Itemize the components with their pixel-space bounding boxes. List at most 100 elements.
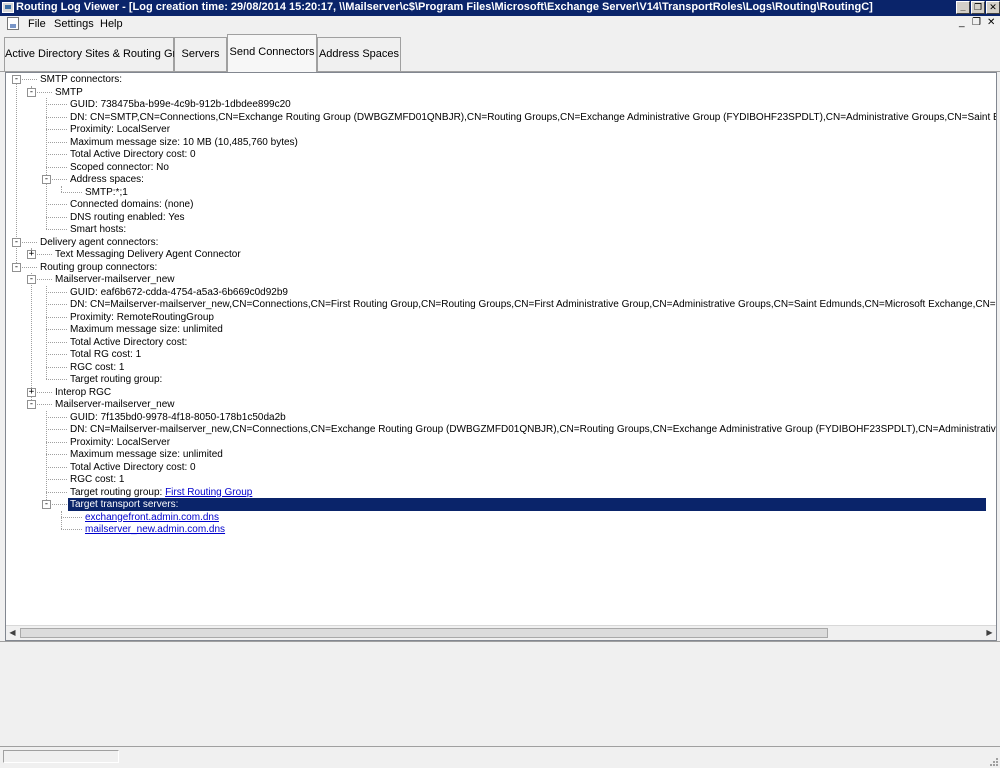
tree-node[interactable]: mailserver_new.admin.com.dns — [83, 523, 225, 536]
horizontal-scrollbar[interactable]: ◀ ▶ — [6, 625, 996, 640]
tree-node[interactable]: DN: CN=Mailserver-mailserver_new,CN=Conn… — [68, 298, 996, 311]
tree-connector-line — [46, 366, 67, 368]
collapse-icon[interactable]: - — [27, 400, 36, 409]
tree-node-label: Mailserver-mailserver_new — [55, 274, 175, 285]
tree-connector-line — [46, 479, 67, 481]
close-button[interactable]: ✕ — [986, 1, 1000, 14]
tree-node[interactable]: DN: CN=SMTP,CN=Connections,CN=Exchange R… — [68, 111, 996, 124]
minimize-button[interactable]: _ — [956, 1, 970, 14]
tree-node[interactable]: Scoped connector: No — [68, 161, 169, 174]
menu-settings[interactable]: Settings — [54, 18, 94, 30]
tab-strip: Active Directory Sites & Routing Groups … — [0, 32, 1000, 72]
scrollbar-thumb[interactable] — [20, 628, 828, 638]
maximize-button[interactable]: ❐ — [971, 1, 985, 14]
tree-node[interactable]: Maximum message size: unlimited — [68, 323, 223, 336]
tree-connector-line — [46, 304, 67, 306]
resize-grip-icon[interactable] — [988, 756, 998, 766]
tree-node[interactable]: Proximity: LocalServer — [68, 123, 170, 136]
tree-node[interactable]: Mailserver-mailserver_new — [53, 273, 174, 286]
tree-node[interactable]: Proximity: RemoteRoutingGroup — [68, 311, 214, 324]
collapse-icon[interactable]: - — [27, 87, 36, 97]
tree-node[interactable]: Total Active Directory cost: 0 — [68, 461, 196, 474]
tree-node-value: No — [156, 161, 169, 173]
tree-node-value[interactable]: First Routing Group — [165, 487, 252, 498]
menu-bar: File Settings Help _ ❐ ✕ — [0, 16, 1000, 32]
tab-active-directory-sites[interactable]: Active Directory Sites & Routing Groups — [4, 37, 200, 71]
tree-node[interactable]: Maximum message size: unlimited — [68, 448, 223, 461]
scroll-right-arrow-icon[interactable]: ▶ — [983, 627, 996, 639]
tree-node[interactable]: SMTP connectors: — [38, 73, 122, 86]
tree-node[interactable]: Maximum message size: 10 MB (10,485,760 … — [68, 136, 298, 149]
tree-node-value: RemoteRoutingGroup — [116, 311, 214, 323]
tree-connector-line — [46, 129, 67, 131]
tree-node[interactable]: exchangefront.admin.com.dns — [83, 511, 219, 524]
tree-node-value: 7f135bd0-9978-4f18-8050-178b1c50da2b — [100, 411, 286, 423]
tree-node[interactable]: GUID: 7f135bd0-9978-4f18-8050-178b1c50da… — [68, 411, 286, 424]
collapse-icon[interactable]: - — [42, 175, 51, 184]
tree-node-label: Maximum message size: — [70, 449, 181, 460]
tree-node[interactable]: Delivery agent connectors: — [38, 236, 158, 249]
tree-node[interactable]: Proximity: LocalServer — [68, 436, 170, 449]
tree-connector-line — [46, 410, 47, 505]
tree-node-label[interactable]: mailserver_new.admin.com.dns — [85, 524, 225, 535]
tree-node-label: GUID: — [70, 99, 98, 110]
tree-connector-line — [46, 166, 67, 168]
tree-node[interactable]: RGC cost: 1 — [68, 361, 124, 374]
mdi-restore-button[interactable]: ❐ — [972, 17, 981, 28]
mdi-close-button[interactable]: ✕ — [987, 17, 995, 28]
expand-icon[interactable]: + — [27, 250, 36, 259]
tree-node-value: LocalServer — [116, 436, 171, 448]
collapse-icon[interactable]: - — [12, 237, 21, 247]
collapse-icon[interactable]: - — [12, 262, 21, 272]
tree-node-value: unlimited — [182, 324, 223, 335]
tree-node[interactable]: GUID: 738475ba-b99e-4c9b-912b-1dbdee899c… — [68, 98, 291, 111]
collapse-icon[interactable]: - — [27, 275, 36, 284]
tree-node[interactable]: Target routing group: First Routing Grou… — [68, 486, 252, 499]
tree-node[interactable]: RGC cost: 1 — [68, 473, 124, 486]
menu-help[interactable]: Help — [100, 18, 123, 30]
tab-send-connectors[interactable]: Send Connectors — [227, 34, 317, 72]
tab-address-spaces[interactable]: Address Spaces — [317, 37, 401, 71]
tree-node[interactable]: Text Messaging Delivery Agent Connector — [53, 248, 241, 261]
tree-connector-line — [46, 216, 67, 218]
mdi-minimize-button[interactable]: _ — [959, 17, 965, 28]
tree-node[interactable]: Address spaces: — [68, 173, 144, 186]
tree-node-label: Target routing group: — [70, 374, 163, 385]
send-connectors-tree[interactable]: - SMTP connectors: - SMTP GUID: 738475ba-b99… — [5, 72, 997, 641]
tree-node[interactable]: SMTP:*;1 — [83, 186, 128, 199]
tree-node[interactable]: Target routing group: — [68, 373, 162, 386]
tree-connector-line — [46, 285, 47, 380]
tree-node[interactable]: Interop RGC — [53, 386, 111, 399]
tree-node-label: Total RG cost: — [70, 349, 133, 360]
tree-node-selected[interactable]: Target transport servers: — [68, 498, 986, 511]
tree-node[interactable]: Routing group connectors: — [38, 261, 157, 274]
tree-connector-line — [46, 329, 67, 331]
expand-icon[interactable]: + — [27, 387, 36, 397]
tree-node[interactable]: Smart hosts: — [68, 223, 126, 236]
app-icon — [2, 2, 14, 13]
tree-node[interactable]: DNS routing enabled: Yes — [68, 211, 185, 224]
tree-node-label: SMTP connectors: — [40, 74, 123, 85]
tab-servers[interactable]: Servers — [174, 37, 227, 71]
tree-node[interactable]: Total Active Directory cost: 0 — [68, 148, 196, 161]
tree-node[interactable]: Mailserver-mailserver_new — [53, 398, 174, 411]
tree-node-label: Address spaces: — [70, 174, 144, 185]
tree-node-label: Interop RGC — [55, 386, 112, 398]
tree-node-label[interactable]: exchangefront.admin.com.dns — [85, 512, 219, 523]
scroll-left-arrow-icon[interactable]: ◀ — [6, 627, 19, 639]
document-icon[interactable] — [7, 17, 19, 30]
collapse-icon[interactable]: - — [42, 500, 51, 509]
collapse-icon[interactable]: - — [12, 75, 21, 84]
tree-node-label: Text Messaging Delivery Agent Connector — [55, 249, 241, 260]
tree-node[interactable]: GUID: eaf6b672-cdda-4754-a5a3-6b669c0d92… — [68, 286, 288, 299]
tree-node[interactable]: SMTP — [53, 86, 83, 99]
menu-file[interactable]: File — [28, 18, 46, 30]
tree-node[interactable]: Total Active Directory cost: — [68, 336, 187, 349]
tree-node[interactable]: Connected domains: (none) — [68, 198, 193, 211]
tree-connector-line — [46, 204, 67, 206]
tree-node-label: RGC cost: — [70, 474, 117, 485]
tree-connector-line — [46, 104, 67, 106]
tree-node[interactable]: DN: CN=Mailserver-mailserver_new,CN=Conn… — [68, 423, 996, 436]
tree-node-label: Connected domains: — [70, 199, 162, 210]
tree-node[interactable]: Total RG cost: 1 — [68, 348, 141, 361]
